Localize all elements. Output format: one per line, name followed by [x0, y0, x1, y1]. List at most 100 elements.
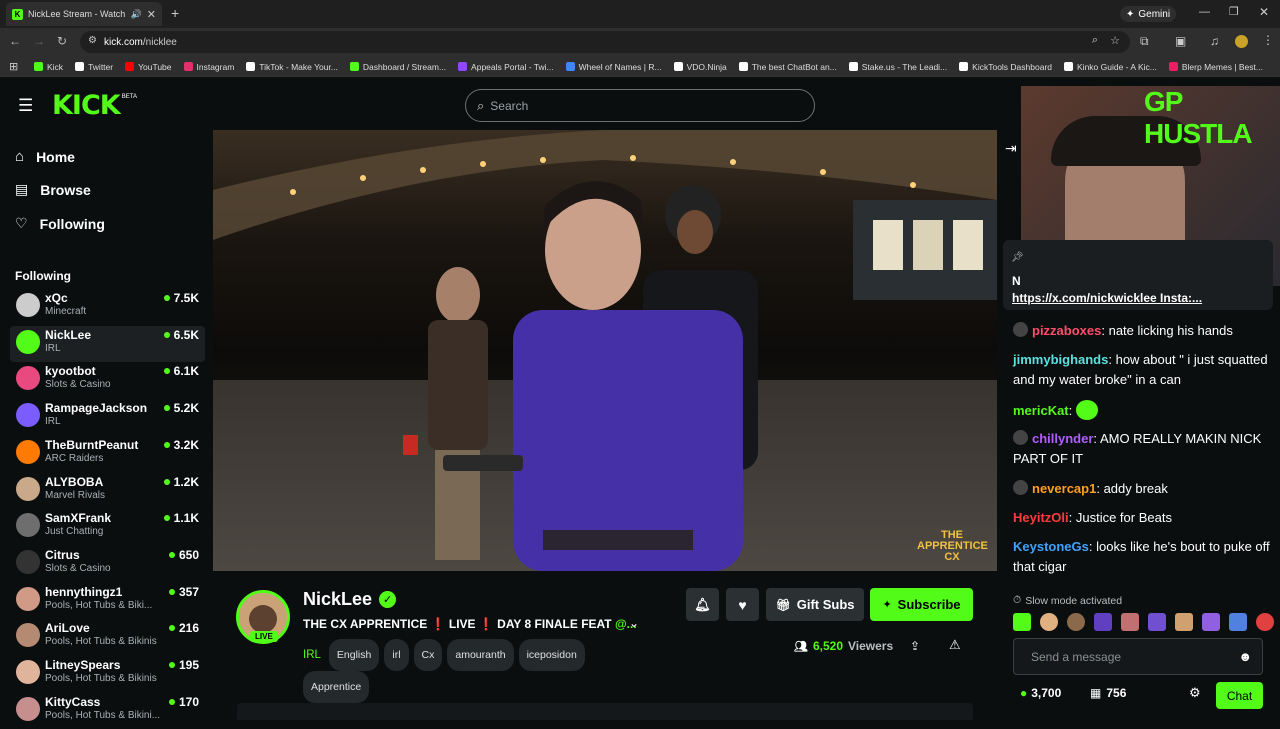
- follow-heart-button[interactable]: ♥: [726, 588, 759, 621]
- bookmark-item[interactable]: Stake.us - The Leadi...: [848, 62, 947, 72]
- chat-username[interactable]: KeystoneGs: [1013, 539, 1089, 554]
- bookmark-item[interactable]: Dashboard / Stream...: [349, 62, 446, 72]
- chat-username[interactable]: nevercap1: [1032, 481, 1096, 496]
- video-player[interactable]: THE APPRENTICE CX: [213, 130, 997, 571]
- emote-icon[interactable]: [1067, 613, 1085, 631]
- emoji-picker-icon[interactable]: ☻: [1238, 649, 1252, 664]
- emote-icon[interactable]: [1013, 613, 1031, 631]
- forward-icon[interactable]: →: [33, 34, 45, 48]
- pinned-link[interactable]: https://x.com/nickwicklee Insta:...: [1012, 291, 1202, 305]
- reload-icon[interactable]: ↻: [57, 34, 67, 48]
- chat-username[interactable]: pizzaboxes: [1032, 323, 1101, 338]
- bookmark-item[interactable]: TikTok - Make Your...: [246, 62, 338, 72]
- nav-browse[interactable]: ▤ Browse: [15, 181, 91, 198]
- bookmark-item[interactable]: Blerp Memes | Best...: [1168, 62, 1263, 72]
- restore-icon[interactable]: ❐: [1229, 5, 1239, 18]
- bookmark-star-icon[interactable]: ☆: [1110, 34, 1120, 47]
- browser-tab[interactable]: K NickLee Stream - Watch Liv 🔊 ✕: [6, 2, 162, 26]
- report-icon[interactable]: ⚠: [949, 637, 961, 653]
- back-icon[interactable]: ←: [9, 34, 21, 48]
- share-icon[interactable]: ⇪: [910, 639, 920, 653]
- chat-username[interactable]: chillynder: [1032, 431, 1093, 446]
- sidebar-channel-alyboba[interactable]: ALYBOBA Marvel Rivals 1.2K: [10, 473, 205, 509]
- site-info-icon[interactable]: ⚙: [88, 35, 97, 46]
- kick-logo[interactable]: KICK BETA: [52, 90, 137, 121]
- sidebar-channel-litneyspears[interactable]: LitneySpears Pools, Hot Tubs & Bikinis 195: [10, 656, 205, 692]
- stream-tag[interactable]: Apprentice: [303, 671, 370, 703]
- chat-message: KeystoneGs: looks like he's bout to puke…: [1013, 539, 1270, 574]
- emote-icon[interactable]: [1202, 613, 1220, 631]
- bookmark-item[interactable]: Wheel of Names | R...: [565, 62, 662, 72]
- chat-username[interactable]: HeyitzOli: [1013, 510, 1069, 525]
- chat-panel: ⇥ GP HUSTLA 📌︎ N https://x.com/nickwickl…: [1003, 78, 1280, 720]
- apps-grid-icon[interactable]: ⊞: [9, 60, 18, 73]
- chat-username[interactable]: mericKat: [1013, 403, 1069, 418]
- search-input[interactable]: ⌕ Search: [465, 89, 815, 122]
- bookmark-item[interactable]: KickTools Dashboard: [959, 62, 1052, 72]
- sidebar-channel-nicklee[interactable]: NickLee IRL 6.5K: [10, 325, 205, 362]
- extensions-icon[interactable]: ⧉: [1140, 34, 1149, 49]
- speaker-icon[interactable]: 🔊: [131, 9, 142, 20]
- channel-points[interactable]: ● 3,700: [1020, 686, 1061, 700]
- channel-viewer-count: 216: [178, 621, 199, 636]
- stream-tag[interactable]: amouranth: [447, 639, 514, 671]
- expand-title-icon[interactable]: ⌄: [629, 616, 639, 630]
- bookmark-item[interactable]: VDO.Ninja: [673, 62, 727, 72]
- emote-icon[interactable]: [1121, 613, 1139, 631]
- chat-settings-icon[interactable]: ⚙: [1189, 685, 1201, 701]
- close-window-icon[interactable]: ✕: [1259, 5, 1269, 19]
- profile-avatar[interactable]: [1235, 35, 1248, 48]
- emote-icon[interactable]: [1094, 613, 1112, 631]
- menu-dots-icon[interactable]: ⋮: [1262, 33, 1274, 47]
- sidebar-channel-xqc[interactable]: xQc Minecraft 7.5K: [10, 289, 205, 325]
- sidebar-channel-rampagejackson[interactable]: RampageJackson IRL 5.2K: [10, 399, 205, 435]
- hamburger-menu-icon[interactable]: ☰: [18, 96, 33, 116]
- emote-icon[interactable]: [1040, 613, 1058, 631]
- sidebar-channel-kittycass[interactable]: KittyCass Pools, Hot Tubs & Bikini... 170: [10, 693, 205, 729]
- bookmark-item[interactable]: Appeals Portal - Twi...: [458, 62, 554, 72]
- stream-tag[interactable]: Cx: [413, 639, 443, 671]
- bookmark-item[interactable]: Kinko Guide - A Kic...: [1064, 62, 1157, 72]
- sidebar-channel-theburntpeanut[interactable]: TheBurntPeanut ARC Raiders 3.2K: [10, 436, 205, 472]
- subscribe-button[interactable]: ✦ Subscribe: [870, 588, 973, 621]
- category-link[interactable]: IRL: [303, 649, 321, 661]
- emote-icon[interactable]: [1256, 613, 1274, 631]
- notification-bell-button[interactable]: 🔔︎: [686, 588, 719, 621]
- chat-username[interactable]: jimmybighands: [1013, 352, 1108, 367]
- emote-icon[interactable]: [1229, 613, 1247, 631]
- minimize-icon[interactable]: —: [1199, 6, 1210, 18]
- emote-icon[interactable]: [1175, 613, 1193, 631]
- url-field[interactable]: ⚙ kick.com/nicklee ⌕ ☆: [80, 31, 1130, 53]
- emote-icon[interactable]: [1148, 613, 1166, 631]
- new-tab-icon[interactable]: +: [171, 5, 179, 21]
- sidebar-channel-arilove[interactable]: AriLove Pools, Hot Tubs & Bikinis 216: [10, 619, 205, 655]
- cast-icon[interactable]: ▣: [1175, 34, 1186, 48]
- bookmark-item[interactable]: The best ChatBot an...: [738, 62, 837, 72]
- channel-viewers: 357: [168, 585, 199, 599]
- chat-send-button[interactable]: Chat: [1216, 682, 1263, 709]
- sidebar-channel-samxfrank[interactable]: SamXFrank Just Chatting 1.1K: [10, 509, 205, 545]
- nav-following[interactable]: ♡ Following: [15, 215, 105, 232]
- collapse-chat-icon[interactable]: ⇥: [1005, 140, 1017, 157]
- bookmark-item[interactable]: YouTube: [125, 62, 172, 72]
- stream-tag[interactable]: iceposidon: [518, 639, 585, 671]
- nav-home[interactable]: ⌂ Home: [15, 148, 75, 165]
- pinned-message[interactable]: 📌︎ N https://x.com/nickwicklee Insta:...: [1003, 240, 1273, 310]
- sidebar-channel-hennythingz1[interactable]: hennythingz1 Pools, Hot Tubs & Biki... 357: [10, 583, 205, 619]
- channel-category: Slots & Casino: [45, 562, 111, 574]
- sidebar-channel-kyootbot[interactable]: kyootbot Slots & Casino 6.1K: [10, 362, 205, 398]
- zoom-icon[interactable]: ⌕: [1092, 34, 1098, 47]
- store-points[interactable]: ▦ 756: [1090, 686, 1126, 700]
- gift-subs-button[interactable]: 🎁︎ Gift Subs: [766, 588, 864, 621]
- stream-tag[interactable]: irl: [384, 639, 409, 671]
- bookmark-item[interactable]: Twitter: [75, 62, 113, 72]
- bookmark-item[interactable]: Instagram: [183, 62, 234, 72]
- media-icon[interactable]: ♫: [1210, 34, 1219, 48]
- send-message-input[interactable]: Send a message ☻: [1013, 638, 1263, 675]
- bookmark-item[interactable]: Kick: [34, 62, 63, 72]
- stream-tag[interactable]: English: [328, 639, 380, 671]
- gemini-button[interactable]: ✦ Gemini: [1120, 6, 1177, 22]
- close-tab-icon[interactable]: ✕: [147, 8, 156, 21]
- streamer-name[interactable]: NickLee ✓: [303, 589, 397, 610]
- sidebar-channel-citrus[interactable]: Citrus Slots & Casino 650: [10, 546, 205, 582]
